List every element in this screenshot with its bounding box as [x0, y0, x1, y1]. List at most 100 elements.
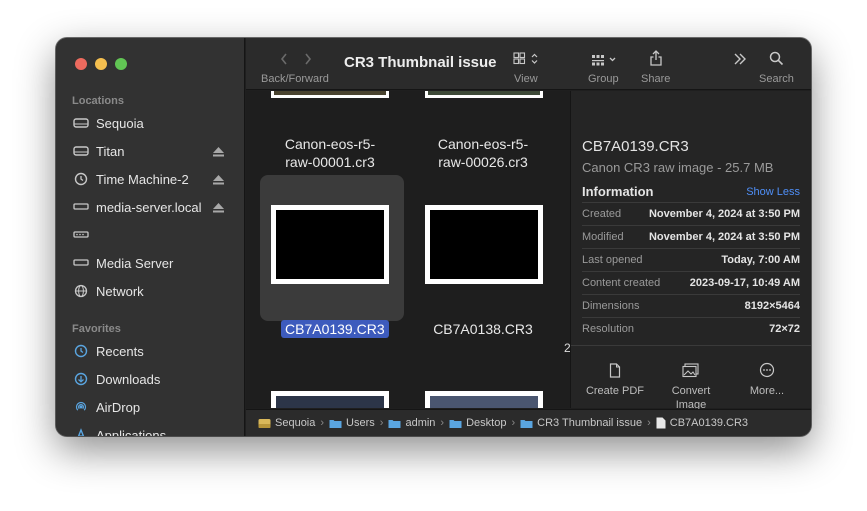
sidebar-item-applications[interactable]: Applications	[72, 424, 228, 436]
applications-icon	[72, 428, 90, 436]
info-row-created: Created November 4, 2024 at 3:50 PM	[582, 202, 800, 225]
clock-icon	[72, 344, 90, 358]
view-grid-icon[interactable]	[513, 52, 541, 71]
share-label: Share	[641, 73, 671, 85]
ellipsis-circle-icon	[727, 352, 807, 378]
home-folder-icon	[388, 418, 401, 429]
eject-icon[interactable]	[213, 201, 224, 216]
create-pdf-button[interactable]: Create PDF	[575, 346, 655, 398]
airdrop-icon	[72, 400, 90, 414]
forward-icon[interactable]	[303, 52, 313, 71]
file-thumbnail[interactable]	[425, 205, 543, 284]
sidebar-item-media-server[interactable]: Media Server	[72, 252, 228, 274]
file-name[interactable]: Canon-eos-r5- raw-00026.cr3	[408, 135, 558, 171]
path-bar: Sequoia › Users › admin › Desktop › CR3 …	[246, 409, 811, 436]
info-row-dimensions: Dimensions 8192×5464	[582, 294, 800, 317]
share-icon[interactable]	[649, 49, 663, 72]
preview-file-name: CB7A0139.CR3	[582, 138, 689, 155]
file-name[interactable]: Canon-eos-r5- raw-00001.cr3	[255, 135, 405, 171]
sidebar-item-airdrop[interactable]: AirDrop	[72, 396, 228, 418]
path-item-file[interactable]: CB7A0139.CR3	[656, 417, 748, 429]
back-icon[interactable]	[279, 52, 289, 71]
minimize-button[interactable]	[95, 58, 107, 70]
sidebar-item-label: Sequoia	[96, 115, 144, 131]
sidebar-item-titan[interactable]: Titan	[72, 140, 228, 162]
path-item-admin[interactable]: admin	[388, 417, 435, 429]
sidebar-item-label: Time Machine-2	[96, 171, 189, 187]
globe-icon	[72, 284, 90, 298]
show-less-link[interactable]: Show Less	[746, 186, 800, 198]
sidebar-item-label: Network	[96, 283, 144, 299]
search-icon[interactable]	[769, 51, 784, 71]
sidebar-item-downloads[interactable]: Downloads	[72, 368, 228, 390]
sidebar-item-label: AirDrop	[96, 399, 141, 415]
document-icon	[575, 352, 655, 378]
more-actions-button[interactable]: More...	[727, 346, 807, 398]
convert-image-button[interactable]: Convert Image	[651, 346, 731, 412]
path-item-sequoia[interactable]: Sequoia	[258, 417, 315, 429]
zoom-button[interactable]	[115, 58, 127, 70]
favorites-heading: Favorites	[72, 323, 121, 335]
sidebar-item-label: Applications	[96, 427, 167, 437]
path-item-users[interactable]: Users	[329, 417, 375, 429]
folder-icon	[449, 418, 462, 429]
sidebar-item-recents[interactable]: Recents	[72, 340, 228, 362]
quick-actions: Create PDF Convert Image More...	[571, 345, 811, 411]
hard-drive-icon	[258, 418, 271, 429]
sidebar-item-sequoia[interactable]: Sequoia	[72, 112, 228, 134]
group-icon[interactable]	[591, 53, 621, 71]
folder-icon	[329, 418, 342, 429]
window-title: CR3 Thumbnail issue	[344, 54, 497, 71]
path-item-desktop[interactable]: Desktop	[449, 417, 506, 429]
view-label: View	[514, 73, 538, 85]
chevron-right-icon: ›	[511, 417, 516, 429]
file-grid: Canon-eos-r5- raw-00001.cr3 Canon-eos-r5-…	[246, 91, 570, 408]
info-row-last-opened: Last opened Today, 7:00 AM	[582, 248, 800, 271]
hard-drive-icon	[72, 144, 90, 158]
server-icon	[72, 200, 90, 214]
eject-icon[interactable]	[213, 145, 224, 160]
photo-icon	[651, 352, 731, 378]
sidebar-item-label: Downloads	[96, 371, 161, 387]
file-thumbnail[interactable]	[425, 391, 543, 408]
preview-file-kind: Canon CR3 raw image - 25.7 MB	[582, 160, 774, 175]
sidebar: Locations Sequoia Titan Time Machine-2 m…	[56, 38, 245, 436]
chevron-right-icon: ›	[647, 417, 651, 429]
more-toolbar-icon[interactable]	[733, 52, 747, 71]
close-button[interactable]	[75, 58, 87, 70]
sidebar-item-media-server-local[interactable]: media-server.local	[72, 196, 228, 218]
group-label: Group	[588, 73, 619, 85]
info-row-resolution: Resolution 72×72	[582, 317, 800, 340]
file-thumbnail[interactable]	[425, 91, 543, 98]
chevron-right-icon: ›	[379, 417, 384, 429]
sidebar-item-network-device[interactable]	[72, 224, 228, 246]
file-name[interactable]: CB7A0138.CR3	[408, 320, 558, 338]
file-icon	[656, 417, 666, 429]
time-machine-icon	[72, 172, 90, 186]
back-forward-label: Back/Forward	[261, 73, 329, 85]
search-label: Search	[759, 73, 794, 85]
path-item-folder[interactable]: CR3 Thumbnail issue	[520, 417, 642, 429]
sidebar-item-network[interactable]: Network	[72, 280, 228, 302]
info-row-modified: Modified November 4, 2024 at 3:50 PM	[582, 225, 800, 248]
eject-icon[interactable]	[213, 173, 224, 188]
file-name-selected[interactable]: CB7A0139.CR3	[281, 320, 389, 338]
file-thumbnail-selected[interactable]	[271, 205, 389, 284]
toolbar: Back/Forward CR3 Thumbnail issue View Gr…	[246, 38, 811, 90]
network-device-icon	[72, 228, 90, 242]
download-icon	[72, 372, 90, 386]
chevron-right-icon: ›	[320, 417, 325, 429]
sidebar-item-label: Titan	[96, 143, 125, 159]
sidebar-item-time-machine[interactable]: Time Machine-2	[72, 168, 228, 190]
folder-icon	[520, 418, 533, 429]
information-heading: Information	[582, 184, 654, 199]
preview-pane: CB7A0139.CR3 Canon CR3 raw image - 25.7 …	[570, 91, 811, 411]
server-icon	[72, 256, 90, 270]
hard-drive-icon	[72, 116, 90, 130]
file-thumbnail[interactable]	[271, 391, 389, 408]
file-thumbnail[interactable]	[271, 91, 389, 98]
sidebar-item-label: media-server.local	[96, 199, 202, 215]
chevron-right-icon: ›	[440, 417, 445, 429]
locations-heading: Locations	[72, 95, 124, 107]
sidebar-item-label: Media Server	[96, 255, 174, 271]
